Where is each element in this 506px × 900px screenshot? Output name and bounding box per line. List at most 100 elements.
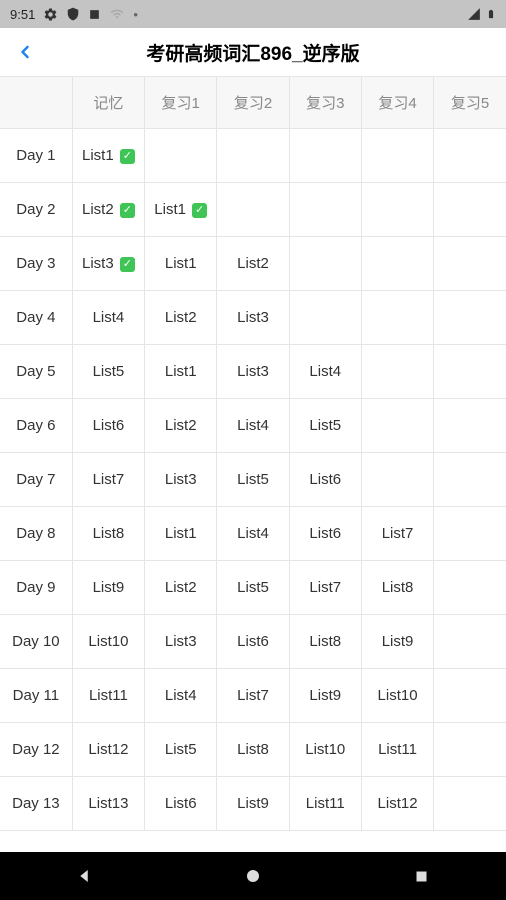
list-cell[interactable]: List8 [289, 615, 361, 669]
table-row: Day 3List3 ✓List1List2 [0, 237, 506, 291]
list-cell[interactable]: List7 [361, 507, 433, 561]
list-cell[interactable]: List2 [217, 237, 289, 291]
list-cell[interactable]: List13 [72, 777, 144, 831]
list-cell[interactable]: List5 [72, 345, 144, 399]
list-cell[interactable]: List1 [145, 237, 217, 291]
list-cell [434, 345, 506, 399]
list-cell[interactable]: List11 [361, 723, 433, 777]
day-cell[interactable]: Day 4 [0, 291, 72, 345]
list-cell [361, 291, 433, 345]
settings-icon [43, 7, 58, 22]
back-button[interactable] [10, 37, 40, 67]
nav-back-button[interactable] [54, 856, 114, 896]
list-cell[interactable]: List3 ✓ [72, 237, 144, 291]
table-row: Day 5List5List1List3List4 [0, 345, 506, 399]
list-cell[interactable]: List9 [289, 669, 361, 723]
list-cell[interactable]: List10 [361, 669, 433, 723]
list-cell[interactable]: List4 [289, 345, 361, 399]
list-cell[interactable]: List3 [217, 291, 289, 345]
list-cell [145, 129, 217, 183]
list-cell[interactable]: List6 [72, 399, 144, 453]
table-row: Day 8List8List1List4List6List7 [0, 507, 506, 561]
list-cell [217, 183, 289, 237]
table-row: Day 6List6List2List4List5 [0, 399, 506, 453]
check-icon: ✓ [120, 257, 135, 272]
list-cell[interactable]: List5 [217, 561, 289, 615]
day-cell[interactable]: Day 9 [0, 561, 72, 615]
list-cell[interactable]: List8 [72, 507, 144, 561]
day-cell[interactable]: Day 1 [0, 129, 72, 183]
col-header: 记忆 [72, 77, 144, 129]
list-cell[interactable]: List4 [217, 507, 289, 561]
day-cell[interactable]: Day 12 [0, 723, 72, 777]
list-cell[interactable]: List4 [145, 669, 217, 723]
nav-recent-button[interactable] [392, 856, 452, 896]
list-cell[interactable]: List4 [217, 399, 289, 453]
list-cell[interactable]: List12 [72, 723, 144, 777]
list-cell[interactable]: List1 [145, 345, 217, 399]
col-header: 复习2 [217, 77, 289, 129]
list-cell[interactable]: List2 [145, 291, 217, 345]
list-cell[interactable]: List3 [217, 345, 289, 399]
list-cell[interactable]: List10 [72, 615, 144, 669]
table-row: Day 1List1 ✓ [0, 129, 506, 183]
list-cell[interactable]: List10 [289, 723, 361, 777]
list-cell [289, 291, 361, 345]
list-cell [289, 183, 361, 237]
col-header: 复习4 [361, 77, 433, 129]
square-icon [88, 8, 101, 21]
list-cell[interactable]: List3 [145, 615, 217, 669]
list-cell[interactable]: List6 [217, 615, 289, 669]
app-header: 考研高频词汇896_逆序版 [0, 28, 506, 76]
list-cell[interactable]: List1 ✓ [145, 183, 217, 237]
list-cell[interactable]: List6 [145, 777, 217, 831]
list-cell[interactable]: List6 [289, 453, 361, 507]
list-cell[interactable]: List9 [361, 615, 433, 669]
day-cell[interactable]: Day 6 [0, 399, 72, 453]
day-cell[interactable]: Day 2 [0, 183, 72, 237]
day-cell[interactable]: Day 8 [0, 507, 72, 561]
list-cell [434, 615, 506, 669]
day-cell[interactable]: Day 5 [0, 345, 72, 399]
list-cell[interactable]: List5 [145, 723, 217, 777]
list-cell [289, 129, 361, 183]
day-cell[interactable]: Day 7 [0, 453, 72, 507]
list-cell [434, 291, 506, 345]
list-cell[interactable]: List8 [217, 723, 289, 777]
list-cell [434, 507, 506, 561]
list-cell[interactable]: List5 [217, 453, 289, 507]
list-cell [434, 669, 506, 723]
page-title: 考研高频词汇896_逆序版 [146, 39, 359, 66]
list-cell [434, 399, 506, 453]
list-cell[interactable]: List7 [289, 561, 361, 615]
table-row: Day 13List13List6List9List11List12 [0, 777, 506, 831]
list-cell[interactable]: List2 [145, 399, 217, 453]
col-header: 复习3 [289, 77, 361, 129]
list-cell[interactable]: List12 [361, 777, 433, 831]
list-cell[interactable]: List7 [72, 453, 144, 507]
signal-icon [466, 7, 482, 21]
list-cell[interactable]: List7 [217, 669, 289, 723]
wifi-icon [109, 7, 125, 21]
list-cell[interactable]: List3 [145, 453, 217, 507]
list-cell[interactable]: List11 [72, 669, 144, 723]
day-cell[interactable]: Day 13 [0, 777, 72, 831]
list-cell[interactable]: List9 [72, 561, 144, 615]
list-cell[interactable]: List1 ✓ [72, 129, 144, 183]
list-cell[interactable]: List4 [72, 291, 144, 345]
list-cell[interactable]: List5 [289, 399, 361, 453]
nav-home-button[interactable] [223, 856, 283, 896]
status-time: 9:51 [10, 7, 35, 22]
list-cell[interactable]: List11 [289, 777, 361, 831]
list-cell[interactable]: List2 ✓ [72, 183, 144, 237]
status-bar: 9:51 • [0, 0, 506, 28]
day-cell[interactable]: Day 11 [0, 669, 72, 723]
list-cell[interactable]: List1 [145, 507, 217, 561]
list-cell[interactable]: List6 [289, 507, 361, 561]
list-cell[interactable]: List2 [145, 561, 217, 615]
list-cell[interactable]: List8 [361, 561, 433, 615]
day-cell[interactable]: Day 10 [0, 615, 72, 669]
day-cell[interactable]: Day 3 [0, 237, 72, 291]
list-cell[interactable]: List9 [217, 777, 289, 831]
list-cell [361, 237, 433, 291]
